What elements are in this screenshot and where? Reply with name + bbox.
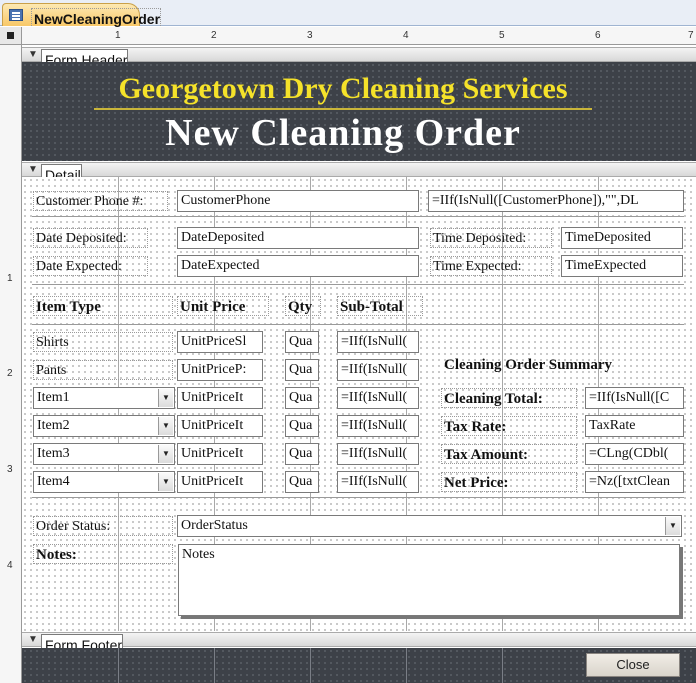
divider-line xyxy=(32,216,684,217)
unit-price-field[interactable]: UnitPriceIt xyxy=(177,415,263,437)
date-deposited-field[interactable]: DateDeposited xyxy=(177,227,419,249)
cleaning-total-label[interactable]: Cleaning Total: xyxy=(441,388,577,408)
chevron-down-icon[interactable]: ▼ xyxy=(665,517,680,535)
subtotal-field[interactable]: =IIf(IsNull( xyxy=(337,443,419,465)
order-status-combo[interactable]: OrderStatus ▼ xyxy=(177,515,682,537)
time-expected-field[interactable]: TimeExpected xyxy=(561,255,683,277)
quantity-field[interactable]: Qua xyxy=(285,387,319,409)
form-header-section-bar[interactable]: ▼ Form Header xyxy=(22,47,696,71)
unit-price-field[interactable]: UnitPriceIt xyxy=(177,443,263,465)
unit-price-field[interactable]: UnitPriceIt xyxy=(177,471,263,493)
time-deposited-label[interactable]: Time Deposited: xyxy=(430,228,552,248)
qty-header[interactable]: Qty xyxy=(285,296,321,316)
divider-line xyxy=(32,497,684,498)
quantity-field[interactable]: Qua xyxy=(285,443,319,465)
quantity-field[interactable]: Qua xyxy=(285,331,319,353)
tax-amount-field[interactable]: =CLng(CDbl( xyxy=(585,443,684,465)
horizontal-ruler[interactable]: 1 2 3 4 5 6 7 xyxy=(22,27,696,45)
company-name-label[interactable]: Georgetown Dry Cleaning Services xyxy=(94,72,592,106)
subtotal-field[interactable]: =IIf(IsNull( xyxy=(337,359,419,381)
document-tab[interactable]: NewCleaningOrder xyxy=(2,3,162,28)
chevron-down-icon[interactable]: ▼ xyxy=(158,389,173,407)
order-status-label[interactable]: Order Status: xyxy=(33,516,173,536)
combo-value: OrderStatus xyxy=(181,518,248,533)
vertical-ruler[interactable]: 1 2 3 4 xyxy=(0,45,22,683)
subtotal-field[interactable]: =IIf(IsNull( xyxy=(337,331,419,353)
date-deposited-label[interactable]: Date Deposited: xyxy=(33,228,148,248)
ruler-mark: 3 xyxy=(7,464,13,475)
chevron-down-icon[interactable]: ▼ xyxy=(158,417,173,435)
close-button[interactable]: Close xyxy=(586,653,680,677)
ruler-mark: 1 xyxy=(115,30,121,41)
customer-name-expression-field[interactable]: =IIf(IsNull([CustomerPhone]),"",DL xyxy=(428,190,684,212)
unit-price-field[interactable]: UnitPriceIt xyxy=(177,387,263,409)
item-type-combo[interactable]: Item4 ▼ xyxy=(33,471,175,493)
form-footer-section-bar[interactable]: ▼ Form Footer xyxy=(22,632,696,656)
notes-label[interactable]: Notes: xyxy=(33,544,173,564)
item-type-label[interactable]: Shirts xyxy=(33,332,173,352)
section-arrow-icon: ▼ xyxy=(28,49,38,60)
section-arrow-icon: ▼ xyxy=(28,164,38,175)
ruler-mark: 5 xyxy=(499,30,505,41)
ruler-mark: 2 xyxy=(7,368,13,379)
tax-amount-label[interactable]: Tax Amount: xyxy=(441,444,577,464)
unit-price-field[interactable]: UnitPriceSl xyxy=(177,331,263,353)
ruler-mark: 7 xyxy=(688,30,694,41)
net-price-field[interactable]: =Nz([txtClean xyxy=(585,471,684,493)
summary-title[interactable]: Cleaning Order Summary xyxy=(444,357,612,374)
quantity-field[interactable]: Qua xyxy=(285,415,319,437)
ruler-corner-selector[interactable] xyxy=(0,27,22,45)
ruler-mark: 4 xyxy=(7,560,13,571)
time-deposited-field[interactable]: TimeDeposited xyxy=(561,227,683,249)
subtotal-field[interactable]: =IIf(IsNull( xyxy=(337,387,419,409)
item-type-combo[interactable]: Item3 ▼ xyxy=(33,443,175,465)
combo-value: Item3 xyxy=(37,446,70,461)
combo-value: Item4 xyxy=(37,474,70,489)
item-type-label[interactable]: Pants xyxy=(33,360,173,380)
ruler-mark: 6 xyxy=(595,30,601,41)
item-type-combo[interactable]: Item2 ▼ xyxy=(33,415,175,437)
form-title-label[interactable]: New Cleaning Order xyxy=(94,110,592,156)
combo-value: Item1 xyxy=(37,390,70,405)
net-price-label[interactable]: Net Price: xyxy=(441,472,577,492)
subtotal-field[interactable]: =IIf(IsNull( xyxy=(337,415,419,437)
subtotal-header[interactable]: Sub-Total xyxy=(337,296,423,316)
ruler-mark: 1 xyxy=(7,273,13,284)
unit-price-header[interactable]: Unit Price xyxy=(177,296,269,316)
notes-field[interactable]: Notes xyxy=(178,544,680,616)
divider-line xyxy=(32,324,684,325)
date-expected-field[interactable]: DateExpected xyxy=(177,255,419,277)
customer-phone-field[interactable]: CustomerPhone xyxy=(177,190,419,212)
divider-line xyxy=(32,284,684,285)
tax-rate-label[interactable]: Tax Rate: xyxy=(441,416,577,436)
unit-price-field[interactable]: UnitPriceP: xyxy=(177,359,263,381)
item-type-header[interactable]: Item Type xyxy=(33,296,173,316)
form-icon xyxy=(9,9,23,21)
document-tab-label: NewCleaningOrder xyxy=(31,8,162,28)
item-type-combo[interactable]: Item1 ▼ xyxy=(33,387,175,409)
section-arrow-icon: ▼ xyxy=(28,634,38,645)
ruler-mark: 4 xyxy=(403,30,409,41)
quantity-field[interactable]: Qua xyxy=(285,471,319,493)
cleaning-total-field[interactable]: =IIf(IsNull([C xyxy=(585,387,684,409)
chevron-down-icon[interactable]: ▼ xyxy=(158,473,173,491)
customer-phone-label[interactable]: Customer Phone #: xyxy=(33,191,168,211)
detail-section-bar[interactable]: ▼ Detail xyxy=(22,162,696,186)
ruler-mark: 3 xyxy=(307,30,313,41)
quantity-field[interactable]: Qua xyxy=(285,359,319,381)
tax-rate-field[interactable]: TaxRate xyxy=(585,415,684,437)
ruler-mark: 2 xyxy=(211,30,217,41)
subtotal-field[interactable]: =IIf(IsNull( xyxy=(337,471,419,493)
combo-value: Item2 xyxy=(37,418,70,433)
chevron-down-icon[interactable]: ▼ xyxy=(158,445,173,463)
date-expected-label[interactable]: Date Expected: xyxy=(33,256,148,276)
time-expected-label[interactable]: Time Expected: xyxy=(430,256,552,276)
